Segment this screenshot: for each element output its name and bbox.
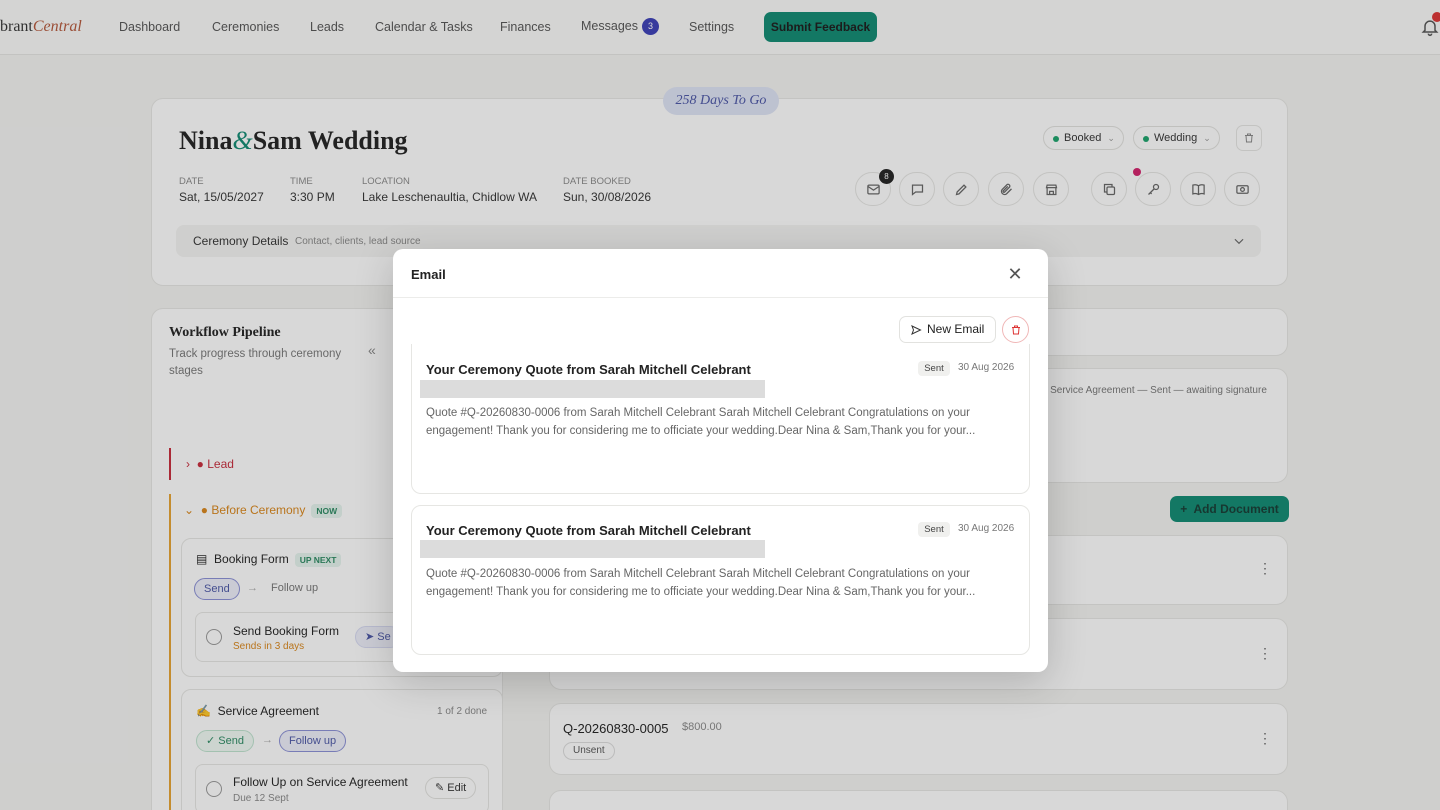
email-date: 30 Aug 2026 bbox=[958, 362, 1015, 373]
email-preview: Quote #Q-20260830-0006 from Sarah Mitche… bbox=[426, 407, 976, 437]
delete-emails-button[interactable] bbox=[1002, 316, 1029, 343]
close-icon[interactable]: ✕ bbox=[1005, 264, 1025, 284]
send-icon bbox=[911, 325, 922, 335]
modal-title: Email bbox=[411, 267, 446, 282]
email-preview: Quote #Q-20260830-0006 from Sarah Mitche… bbox=[426, 568, 976, 598]
email-item[interactable]: Your Ceremony Quote from Sarah Mitchell … bbox=[411, 505, 1030, 655]
email-modal: Email ✕ New Email Your Ceremony Quote fr… bbox=[393, 249, 1048, 672]
new-email-label: New Email bbox=[927, 322, 985, 336]
email-date: 30 Aug 2026 bbox=[958, 523, 1015, 534]
email-status-badge: Sent bbox=[918, 361, 950, 376]
modal-header: Email ✕ bbox=[393, 249, 1048, 298]
email-status-badge: Sent bbox=[918, 522, 950, 537]
email-subject: Your Ceremony Quote from Sarah Mitchell … bbox=[426, 523, 751, 538]
trash-icon bbox=[1011, 325, 1020, 334]
email-subject: Your Ceremony Quote from Sarah Mitchell … bbox=[426, 362, 751, 377]
new-email-button[interactable]: New Email bbox=[899, 316, 996, 343]
redacted-recipient bbox=[420, 380, 765, 398]
email-item[interactable]: Your Ceremony Quote from Sarah Mitchell … bbox=[411, 344, 1030, 494]
redacted-recipient bbox=[420, 540, 765, 558]
